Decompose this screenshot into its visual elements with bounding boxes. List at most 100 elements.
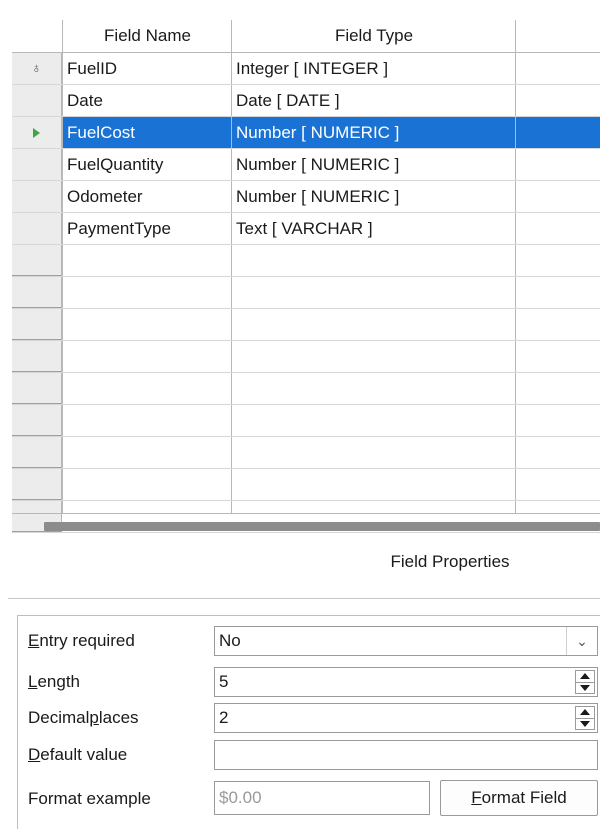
field-row[interactable]: FuelQuantity Number [ NUMERIC ] bbox=[12, 149, 600, 181]
field-design-grid: Field Name Field Type ♀ FuelID Integer [ I… bbox=[12, 20, 600, 533]
description-cell[interactable] bbox=[516, 149, 600, 180]
field-type-cell[interactable] bbox=[232, 405, 515, 436]
row-handle[interactable] bbox=[12, 469, 62, 500]
field-type-cell[interactable] bbox=[232, 373, 515, 404]
description-cell[interactable] bbox=[516, 213, 600, 244]
description-cell[interactable] bbox=[516, 277, 600, 308]
field-name-cell[interactable] bbox=[63, 469, 231, 500]
row-handle[interactable] bbox=[12, 117, 62, 148]
field-type-cell[interactable]: Number [ NUMERIC ] bbox=[232, 181, 515, 212]
row-handle[interactable] bbox=[12, 341, 62, 372]
entry-required-value: No bbox=[219, 631, 241, 650]
column-header-field-type[interactable]: Field Type bbox=[232, 20, 516, 52]
description-cell[interactable] bbox=[516, 181, 600, 212]
field-name-cell[interactable]: FuelQuantity bbox=[63, 149, 231, 180]
field-type-cell[interactable] bbox=[232, 245, 515, 276]
row-handle[interactable] bbox=[12, 85, 62, 116]
description-cell[interactable] bbox=[516, 85, 600, 116]
field-row[interactable]: PaymentType Text [ VARCHAR ] bbox=[12, 213, 600, 245]
field-type-cell[interactable] bbox=[232, 309, 515, 340]
horizontal-scrollbar[interactable] bbox=[44, 522, 600, 531]
decimal-places-stepper[interactable] bbox=[575, 706, 595, 730]
field-type-cell[interactable]: Number [ NUMERIC ] bbox=[232, 117, 515, 148]
field-name-cell[interactable]: PaymentType bbox=[63, 213, 231, 244]
description-cell[interactable] bbox=[516, 405, 600, 436]
current-row-arrow-icon bbox=[33, 127, 40, 138]
chevron-down-icon[interactable]: ⌄ bbox=[566, 627, 597, 655]
field-row[interactable]: Odometer Number [ NUMERIC ] bbox=[12, 181, 600, 213]
field-row[interactable]: Date Date [ DATE ] bbox=[12, 85, 600, 117]
row-handle[interactable] bbox=[12, 213, 62, 244]
description-cell[interactable] bbox=[516, 437, 600, 468]
description-cell[interactable] bbox=[516, 341, 600, 372]
field-properties-title: Field Properties bbox=[390, 552, 510, 571]
spin-down-icon[interactable] bbox=[576, 683, 594, 694]
entry-required-select[interactable]: No ⌄ bbox=[214, 626, 598, 656]
empty-field-row[interactable] bbox=[12, 309, 600, 341]
format-field-button[interactable]: Format Field bbox=[440, 780, 598, 816]
field-name-cell[interactable] bbox=[63, 405, 231, 436]
field-row[interactable]: FuelCost Number [ NUMERIC ] bbox=[12, 117, 600, 149]
field-name-cell[interactable]: FuelCost bbox=[63, 117, 231, 148]
field-name-cell[interactable]: Date bbox=[63, 85, 231, 116]
length-spinbox[interactable]: 5 bbox=[214, 667, 598, 697]
default-value-input[interactable] bbox=[214, 740, 598, 770]
row-handle[interactable] bbox=[12, 149, 62, 180]
field-name-cell[interactable] bbox=[63, 245, 231, 276]
row-handle[interactable] bbox=[12, 277, 62, 308]
format-example-value: $0.00 bbox=[219, 788, 262, 807]
empty-field-row[interactable] bbox=[12, 405, 600, 437]
field-type-cell[interactable] bbox=[232, 277, 515, 308]
empty-field-row[interactable] bbox=[12, 469, 600, 501]
length-value: 5 bbox=[219, 672, 229, 691]
field-name-cell[interactable] bbox=[63, 277, 231, 308]
field-type-cell[interactable]: Date [ DATE ] bbox=[232, 85, 515, 116]
description-cell[interactable] bbox=[516, 53, 600, 84]
row-handle[interactable]: ♀ bbox=[12, 53, 62, 84]
section-divider bbox=[8, 598, 600, 599]
entry-required-label: Entry required bbox=[28, 631, 135, 650]
spin-up-icon[interactable] bbox=[576, 671, 594, 683]
format-example-field: $0.00 bbox=[214, 781, 430, 815]
field-type-cell[interactable]: Text [ VARCHAR ] bbox=[232, 213, 515, 244]
row-handle[interactable] bbox=[12, 309, 62, 340]
default-value-label: Default value bbox=[28, 745, 128, 764]
spin-up-icon[interactable] bbox=[576, 707, 594, 719]
empty-field-row[interactable] bbox=[12, 277, 600, 309]
empty-field-row[interactable] bbox=[12, 373, 600, 405]
empty-field-row[interactable] bbox=[12, 341, 600, 373]
field-name-cell[interactable] bbox=[63, 309, 231, 340]
description-cell[interactable] bbox=[516, 117, 600, 148]
field-name-cell[interactable]: FuelID bbox=[63, 53, 231, 84]
empty-field-row[interactable] bbox=[12, 245, 600, 277]
row-handle[interactable] bbox=[12, 437, 62, 468]
field-type-cell[interactable] bbox=[232, 341, 515, 372]
field-name-cell[interactable] bbox=[63, 341, 231, 372]
field-name-cell[interactable]: Odometer bbox=[63, 181, 231, 212]
row-handle[interactable] bbox=[12, 373, 62, 404]
row-handle[interactable] bbox=[12, 181, 62, 212]
column-header-field-name[interactable]: Field Name bbox=[63, 20, 232, 52]
length-stepper[interactable] bbox=[575, 670, 595, 694]
field-row[interactable]: ♀ FuelID Integer [ INTEGER ] bbox=[12, 53, 600, 85]
field-type-cell[interactable]: Integer [ INTEGER ] bbox=[232, 53, 515, 84]
field-properties-panel: Entry required No ⌄ Length 5 Decimal p la… bbox=[17, 615, 600, 829]
row-handle[interactable] bbox=[12, 405, 62, 436]
row-handle[interactable] bbox=[12, 245, 62, 276]
field-name-cell[interactable] bbox=[63, 437, 231, 468]
grid-bottom-border bbox=[12, 513, 600, 514]
field-type-cell[interactable] bbox=[232, 437, 515, 468]
field-type-cell[interactable]: Number [ NUMERIC ] bbox=[232, 149, 515, 180]
format-example-label: Format example bbox=[28, 789, 151, 808]
field-name-cell[interactable] bbox=[63, 373, 231, 404]
description-cell[interactable] bbox=[516, 309, 600, 340]
description-cell[interactable] bbox=[516, 469, 600, 500]
decimal-places-value: 2 bbox=[219, 708, 229, 727]
description-cell[interactable] bbox=[516, 245, 600, 276]
length-label: Length bbox=[28, 672, 81, 691]
description-cell[interactable] bbox=[516, 373, 600, 404]
spin-down-icon[interactable] bbox=[576, 719, 594, 730]
field-type-cell[interactable] bbox=[232, 469, 515, 500]
decimal-places-spinbox[interactable]: 2 bbox=[214, 703, 598, 733]
empty-field-row[interactable] bbox=[12, 437, 600, 469]
